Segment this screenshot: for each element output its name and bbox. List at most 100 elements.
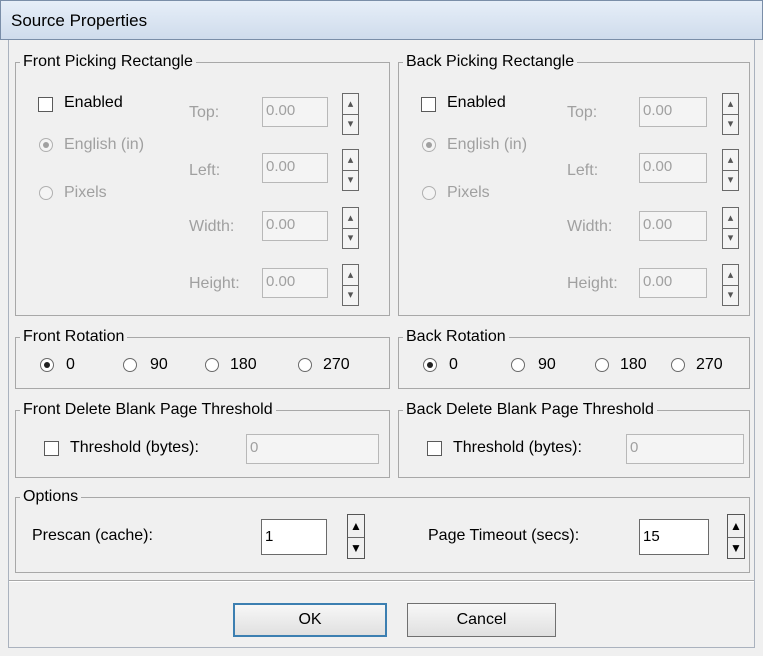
back-pixels-radio (422, 186, 436, 200)
back-picking-group: Back Picking Rectangle Enabled English (… (398, 52, 750, 316)
back-top-spinner: ▴ ▾ (722, 93, 739, 135)
up-arrow-icon: ▲ (730, 519, 742, 533)
front-rotation-group: Front Rotation 0 90 180 270 (15, 327, 390, 389)
up-arrow-icon: ▴ (347, 212, 354, 224)
back-rotation-270-label[interactable]: 270 (696, 355, 723, 375)
down-arrow-icon: ▾ (347, 174, 354, 186)
front-rotation-90-label[interactable]: 90 (150, 355, 168, 375)
back-width-label: Width: (567, 218, 613, 235)
ok-button[interactable]: OK (233, 603, 387, 637)
down-arrow-icon: ▾ (727, 118, 734, 130)
front-threshold-checkbox[interactable] (44, 441, 59, 456)
back-width-input: 0.00 (639, 211, 707, 241)
back-left-spinner: ▴ ▾ (722, 149, 739, 191)
button-separator (9, 580, 754, 582)
up-arrow-icon: ▴ (727, 269, 734, 281)
back-rotation-legend: Back Rotation (403, 327, 509, 347)
back-english-radio (422, 138, 436, 152)
down-arrow-icon: ▾ (347, 232, 354, 244)
up-arrow-icon: ▴ (727, 154, 734, 166)
front-threshold-label[interactable]: Threshold (bytes): (70, 438, 199, 458)
front-rotation-0-radio[interactable] (40, 358, 54, 372)
back-enabled-checkbox[interactable] (421, 97, 436, 112)
window-title: Source Properties (11, 11, 148, 30)
dialog-body: Front Picking Rectangle Enabled English … (8, 40, 755, 648)
front-rotation-legend: Front Rotation (20, 327, 128, 347)
down-arrow-icon: ▾ (347, 289, 354, 301)
down-arrow-icon: ▾ (727, 232, 734, 244)
up-arrow-icon: ▴ (347, 154, 354, 166)
back-height-label: Height: (567, 275, 618, 292)
up-arrow-icon: ▴ (347, 98, 354, 110)
timeout-label: Page Timeout (secs): (428, 527, 580, 544)
prescan-label: Prescan (cache): (32, 527, 153, 544)
timeout-input[interactable]: 15 (639, 519, 709, 555)
back-rotation-270-radio[interactable] (671, 358, 685, 372)
back-rotation-180-radio[interactable] (595, 358, 609, 372)
front-width-spinner: ▴ ▾ (342, 207, 359, 249)
front-rotation-180-label[interactable]: 180 (230, 355, 257, 375)
back-enabled-label[interactable]: Enabled (447, 93, 506, 113)
down-arrow-icon: ▾ (727, 174, 734, 186)
front-blank-legend: Front Delete Blank Page Threshold (20, 400, 276, 420)
front-blank-group: Front Delete Blank Page Threshold Thresh… (15, 400, 390, 478)
front-left-input: 0.00 (262, 153, 328, 183)
down-arrow-icon: ▾ (727, 289, 734, 301)
front-picking-group: Front Picking Rectangle Enabled English … (15, 52, 390, 316)
back-rotation-180-label[interactable]: 180 (620, 355, 647, 375)
down-arrow-icon: ▼ (730, 541, 742, 555)
front-rotation-180-radio[interactable] (205, 358, 219, 372)
cancel-button[interactable]: Cancel (407, 603, 556, 637)
back-rotation-0-radio[interactable] (423, 358, 437, 372)
back-rotation-90-radio[interactable] (511, 358, 525, 372)
back-height-input: 0.00 (639, 268, 707, 298)
back-pixels-label: Pixels (447, 184, 490, 201)
prescan-up-button[interactable]: ▲ (348, 515, 364, 538)
back-rotation-group: Back Rotation 0 90 180 270 (398, 327, 750, 389)
prescan-input[interactable]: 1 (261, 519, 327, 555)
prescan-down-button[interactable]: ▼ (348, 537, 364, 559)
back-top-label: Top: (567, 104, 598, 121)
back-height-spinner: ▴ ▾ (722, 264, 739, 306)
timeout-up-button[interactable]: ▲ (728, 515, 744, 538)
front-enabled-checkbox[interactable] (38, 97, 53, 112)
back-threshold-input: 0 (626, 434, 744, 464)
back-left-input: 0.00 (639, 153, 707, 183)
up-arrow-icon: ▲ (350, 519, 362, 533)
front-top-label: Top: (189, 104, 220, 121)
back-threshold-label[interactable]: Threshold (bytes): (453, 438, 582, 458)
back-blank-legend: Back Delete Blank Page Threshold (403, 400, 657, 420)
front-enabled-label[interactable]: Enabled (64, 93, 123, 113)
front-width-label: Width: (189, 218, 235, 235)
timeout-down-button[interactable]: ▼ (728, 537, 744, 559)
front-pixels-label: Pixels (64, 184, 107, 201)
timeout-spinner[interactable]: ▲ ▼ (727, 514, 745, 559)
options-legend: Options (20, 487, 82, 507)
back-width-spinner: ▴ ▾ (722, 207, 739, 249)
front-threshold-input: 0 (246, 434, 379, 464)
back-threshold-checkbox[interactable] (427, 441, 442, 456)
front-english-radio (39, 138, 53, 152)
front-rotation-90-radio[interactable] (123, 358, 137, 372)
front-left-label: Left: (189, 162, 221, 179)
back-rotation-90-label[interactable]: 90 (538, 355, 556, 375)
front-top-spinner: ▴ ▾ (342, 93, 359, 135)
up-arrow-icon: ▴ (727, 98, 734, 110)
down-arrow-icon: ▾ (347, 118, 354, 130)
back-english-label: English (in) (447, 136, 528, 153)
back-left-label: Left: (567, 162, 599, 179)
front-rotation-270-label[interactable]: 270 (323, 355, 350, 375)
back-rotation-0-label[interactable]: 0 (449, 355, 458, 375)
front-picking-legend: Front Picking Rectangle (20, 52, 196, 72)
front-rotation-0-label[interactable]: 0 (66, 355, 75, 375)
front-height-label: Height: (189, 275, 240, 292)
front-pixels-radio (39, 186, 53, 200)
down-arrow-icon: ▼ (350, 541, 362, 555)
back-top-input: 0.00 (639, 97, 707, 127)
front-height-spinner: ▴ ▾ (342, 264, 359, 306)
options-group: Options Prescan (cache): 1 ▲ ▼ Page Time… (15, 487, 750, 573)
front-width-input: 0.00 (262, 211, 328, 241)
title-bar[interactable]: Source Properties (0, 0, 763, 40)
front-rotation-270-radio[interactable] (298, 358, 312, 372)
prescan-spinner[interactable]: ▲ ▼ (347, 514, 365, 559)
